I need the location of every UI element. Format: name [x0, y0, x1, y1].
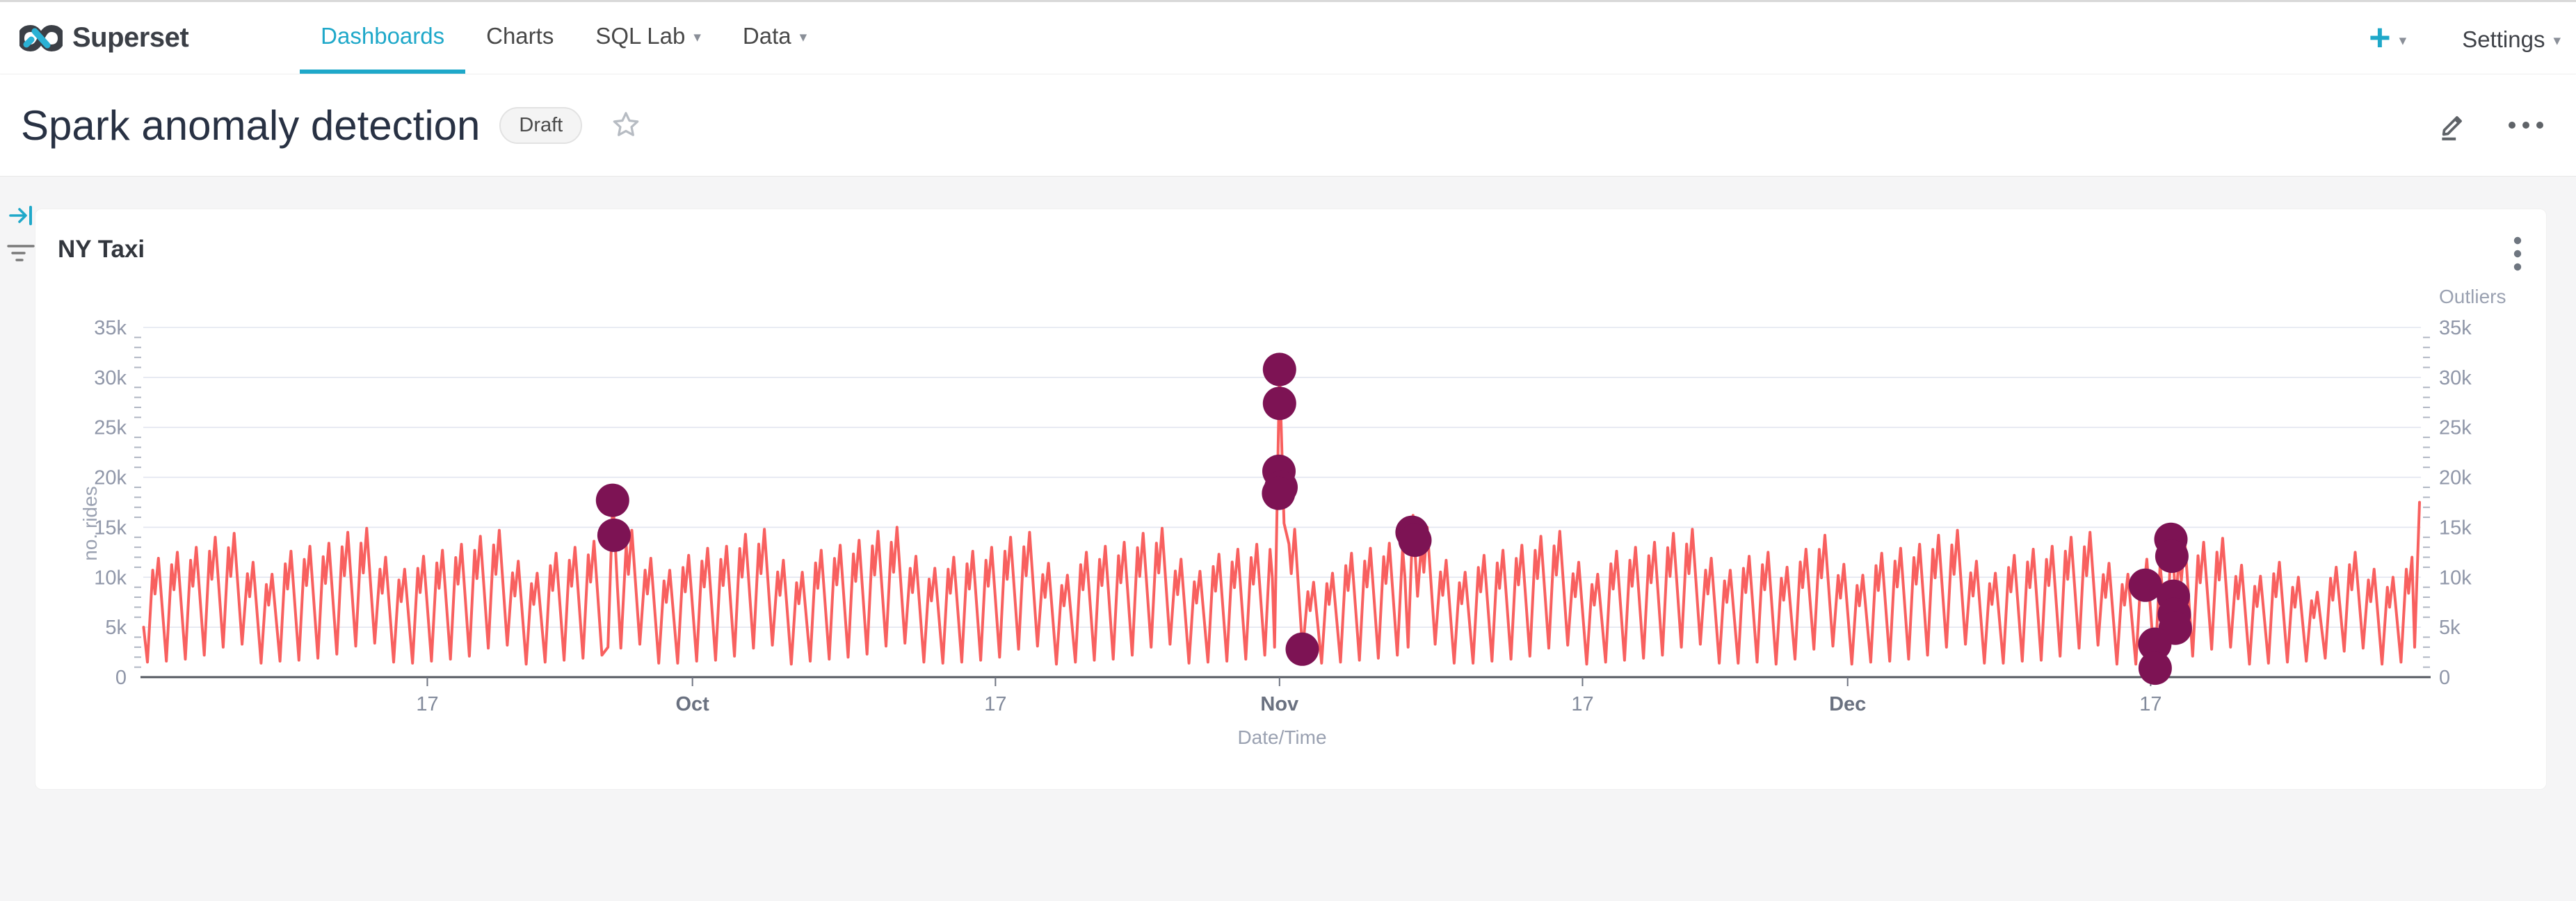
- nav-item-label: SQL Lab: [595, 23, 685, 49]
- edit-dashboard-button[interactable]: [2436, 108, 2470, 143]
- svg-text:17: 17: [416, 693, 438, 715]
- status-badge: Draft: [499, 107, 582, 144]
- outlier-point: [597, 519, 631, 552]
- svg-text:10k: 10k: [94, 567, 127, 589]
- favorite-star-icon[interactable]: [610, 109, 642, 141]
- svg-text:10k: 10k: [2439, 567, 2472, 589]
- ny-taxi-chart[interactable]: 005k5k10k10k15k15k20k20k25k25k30k30k35k3…: [35, 209, 2547, 790]
- svg-text:35k: 35k: [94, 317, 127, 339]
- svg-text:Date/Time: Date/Time: [1237, 727, 1326, 748]
- svg-text:20k: 20k: [94, 467, 127, 489]
- outlier-dots: [596, 352, 2192, 685]
- svg-text:0: 0: [115, 667, 127, 689]
- svg-text:17: 17: [1571, 693, 1593, 715]
- svg-text:0: 0: [2439, 667, 2450, 689]
- pencil-icon: [2436, 108, 2470, 143]
- outlier-point: [2139, 651, 2172, 685]
- nav-item-label: Data: [743, 23, 791, 49]
- svg-text:5k: 5k: [105, 617, 127, 639]
- svg-text:20k: 20k: [2439, 467, 2472, 489]
- settings-menu[interactable]: Settings ▾: [2462, 26, 2561, 53]
- svg-text:Nov: Nov: [1260, 693, 1298, 715]
- svg-text:25k: 25k: [2439, 417, 2472, 439]
- page-title: Spark anomaly detection: [21, 102, 480, 149]
- outlier-point: [1286, 633, 1319, 666]
- svg-text:17: 17: [2139, 693, 2162, 715]
- top-nav: Superset Dashboards Charts SQL Lab ▾ Dat…: [0, 0, 2576, 74]
- dashboard-content: NY Taxi 005k5k10k10k15k15k20k20k25k25k30…: [0, 177, 2576, 901]
- dashboard-header: Spark anomaly detection Draft: [0, 74, 2576, 177]
- svg-text:30k: 30k: [94, 367, 127, 389]
- nav-item-sql-lab[interactable]: SQL Lab ▾: [574, 2, 722, 74]
- add-new-button[interactable]: + ▾: [2369, 21, 2406, 58]
- brand-name: Superset: [72, 22, 188, 54]
- main-menu: Dashboards Charts SQL Lab ▾ Data ▾: [300, 2, 828, 74]
- outlier-point: [1399, 523, 1432, 557]
- nav-item-label: Dashboards: [321, 23, 444, 49]
- axis-labels: 005k5k10k10k15k15k20k20k25k25k30k30k35k3…: [79, 286, 2506, 748]
- outlier-point: [2155, 539, 2189, 573]
- chevron-down-icon: ▾: [800, 29, 807, 46]
- outlier-point: [596, 484, 629, 517]
- expand-filter-bar-button[interactable]: [8, 203, 35, 232]
- svg-text:5k: 5k: [2439, 617, 2461, 639]
- ny-taxi-chart-card: NY Taxi 005k5k10k10k15k15k20k20k25k25k30…: [35, 209, 2547, 790]
- svg-text:15k: 15k: [2439, 517, 2472, 539]
- nav-item-label: Charts: [486, 23, 554, 49]
- outlier-point: [1263, 387, 1296, 420]
- nav-item-dashboards[interactable]: Dashboards: [300, 2, 465, 74]
- svg-text:35k: 35k: [2439, 317, 2472, 339]
- svg-text:Oct: Oct: [675, 693, 709, 715]
- arrow-to-bar-icon: [8, 203, 35, 228]
- svg-text:no. rides: no. rides: [79, 486, 101, 560]
- outlier-point: [1262, 477, 1295, 510]
- settings-label: Settings: [2462, 26, 2545, 53]
- ellipsis-icon: [2506, 118, 2545, 132]
- superset-logo-icon: [19, 24, 63, 52]
- nav-item-data[interactable]: Data ▾: [722, 2, 828, 74]
- svg-text:Outliers: Outliers: [2439, 286, 2506, 307]
- plus-icon: +: [2369, 19, 2391, 56]
- outlier-point: [1263, 352, 1296, 386]
- filter-icon[interactable]: [7, 243, 35, 270]
- svg-text:17: 17: [984, 693, 1006, 715]
- superset-home-link[interactable]: Superset: [0, 2, 216, 74]
- more-actions-button[interactable]: [2506, 118, 2545, 132]
- chevron-down-icon: ▾: [2399, 32, 2407, 49]
- svg-text:25k: 25k: [94, 417, 127, 439]
- chevron-down-icon: ▾: [2553, 32, 2561, 49]
- chevron-down-icon: ▾: [693, 29, 701, 46]
- svg-text:30k: 30k: [2439, 367, 2472, 389]
- nav-item-charts[interactable]: Charts: [465, 2, 574, 74]
- svg-text:Dec: Dec: [1829, 693, 1866, 715]
